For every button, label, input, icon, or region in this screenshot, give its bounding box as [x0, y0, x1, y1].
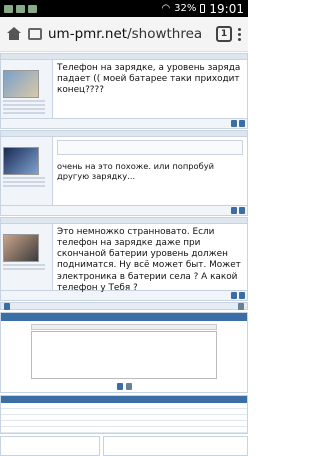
reply-button[interactable]: [239, 120, 245, 127]
clock: 19:01: [209, 1, 244, 16]
tab-switcher-button[interactable]: 1: [216, 26, 232, 42]
similar-threads-table: [0, 395, 248, 434]
post-content: Это немножко странновато. Если телефон н…: [57, 227, 241, 293]
url-bar[interactable]: um-pmr.net/showthrea: [48, 26, 210, 42]
post-content: очень на это похоже. или попробуй другую…: [57, 160, 215, 182]
user-info: [1, 224, 53, 290]
user-info: [1, 60, 53, 118]
send-reply-button[interactable]: [116, 383, 123, 390]
table-row[interactable]: [1, 427, 247, 433]
page-nav[interactable]: [238, 302, 244, 310]
browser-toolbar: um-pmr.net/showthrea 1: [0, 17, 248, 52]
advanced-mode-button[interactable]: [125, 383, 132, 390]
reply-to-thread-button[interactable]: [4, 302, 10, 310]
forum-page: Телефон на зарядке, а уровень заряда пад…: [0, 52, 248, 456]
quote-button[interactable]: [231, 120, 237, 127]
wifi-icon: ◠: [161, 3, 171, 14]
avatar: [3, 70, 39, 98]
info-box: [103, 436, 248, 456]
avatar: [3, 234, 39, 262]
home-icon[interactable]: [6, 27, 22, 41]
user-info: [1, 137, 53, 205]
post-content: Телефон на зарядке, а уровень заряда пад…: [57, 63, 241, 96]
quick-reply-header: [1, 313, 247, 321]
overflow-menu-icon[interactable]: [238, 27, 242, 41]
avatar: [3, 147, 39, 175]
reply-button[interactable]: [239, 292, 245, 299]
message-textarea[interactable]: [31, 331, 217, 379]
battery-percent: 32%: [174, 3, 197, 14]
forum-post: Телефон на зарядке, а уровень заряда пад…: [0, 53, 248, 129]
forum-post: очень на это похоже. или попробуй другую…: [0, 130, 248, 216]
site-info-icon[interactable]: [28, 28, 42, 40]
quote-block: [57, 140, 243, 155]
quote-button[interactable]: [231, 207, 237, 214]
quote-button[interactable]: [231, 292, 237, 299]
editor-toolbar[interactable]: [31, 324, 217, 330]
battery-icon: [200, 4, 206, 13]
status-bar: ◠ 32% 19:01: [0, 0, 248, 17]
quick-reply: [0, 312, 248, 393]
info-box: [0, 436, 100, 456]
reply-button[interactable]: [239, 207, 245, 214]
forum-post: Это немножко странновато. Если телефон н…: [0, 217, 248, 301]
thread-nav-bar: [0, 302, 248, 310]
notification-icons: [4, 4, 37, 13]
